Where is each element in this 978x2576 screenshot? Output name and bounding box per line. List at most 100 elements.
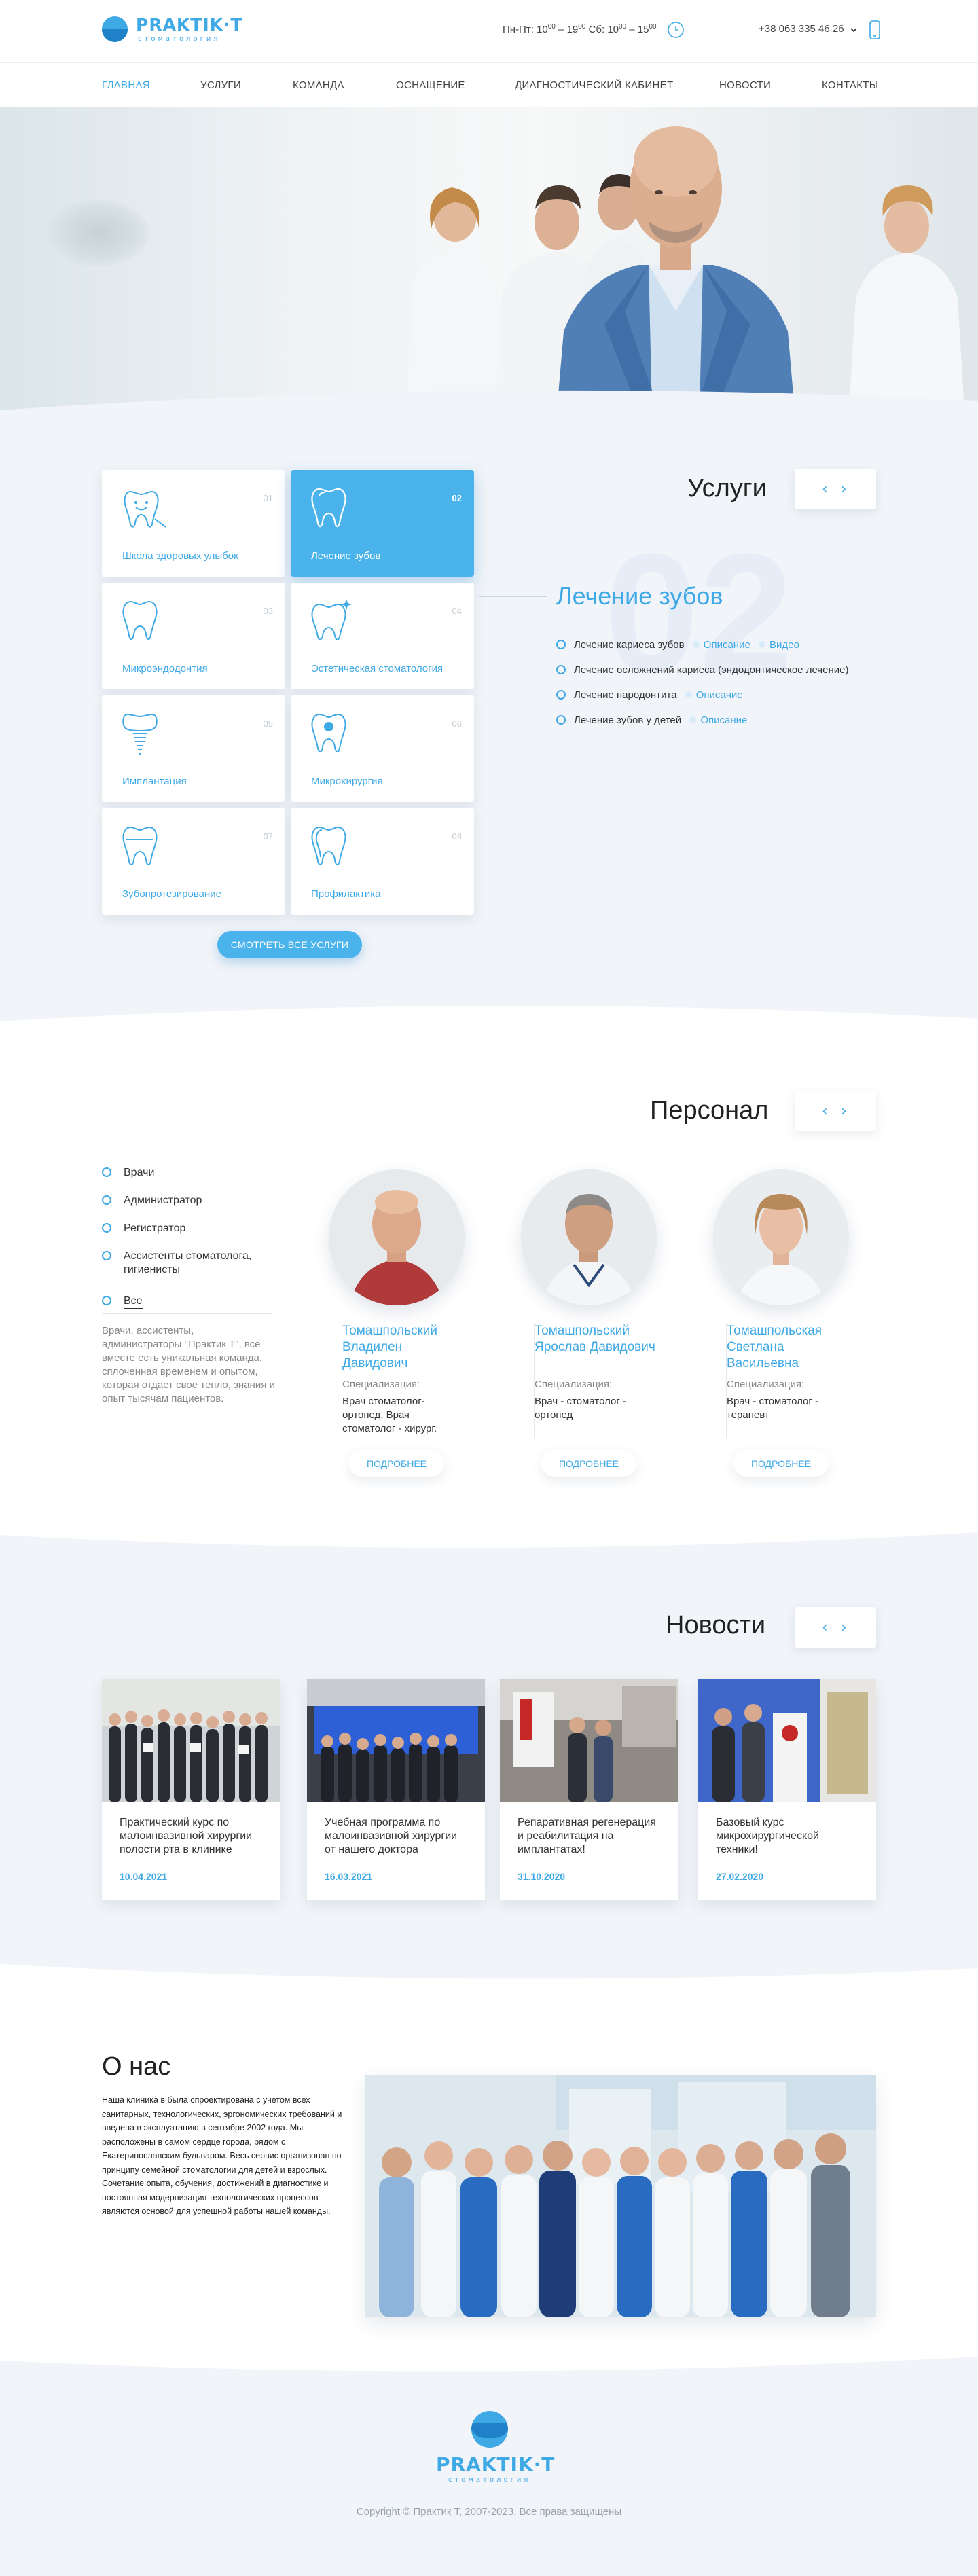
service-number: 08 [452,831,462,841]
service-label: Профилактика [311,888,381,900]
tooth-crown-icon [122,826,158,865]
nav-item-team[interactable]: КОМАНДА [293,79,344,91]
news-card[interactable]: Репаративная регенерация и реабилитация … [500,1679,678,1900]
filter-divider [102,1313,272,1314]
service-card-implantation[interactable]: 05 Имплантация [102,695,285,802]
footer-logo-text[interactable]: PRAKTIK·T [436,2453,555,2475]
nav-item-news[interactable]: НОВОСТИ [719,79,771,91]
doctor-more-button[interactable]: ПОДРОБНЕЕ [734,1450,829,1477]
news-photo [698,1679,876,1802]
news-card[interactable]: Практический курс по малоинвазивной хиру… [102,1679,280,1900]
tooth-icon [122,600,158,640]
procedure-video-link[interactable]: Видео [769,639,799,651]
next-arrow-icon[interactable]: › [841,1103,847,1120]
staff-filter-all[interactable]: Все [102,1294,143,1309]
news-date: 27.02.2020 [716,1871,764,1882]
doctor-specialization: Врач стоматолог-ортопед. Врач стоматолог… [342,1396,437,1434]
implant-icon [122,713,158,755]
service-label: Имплантация [122,776,187,787]
bullet-ring-icon [556,665,566,674]
staff-filter-assistants[interactable]: Ассистенты стоматолога, гигиенисты [102,1250,265,1277]
service-card-prosthetics[interactable]: 07 Зубопротезирование [102,808,285,915]
logo-text[interactable]: PRAKTIK·T [136,15,243,35]
nav-item-home[interactable]: ГЛАВНАЯ [102,79,150,91]
staff-filter-admin[interactable]: Администратор [102,1194,202,1208]
prev-arrow-icon[interactable]: ‹ [822,1619,828,1636]
doctor-name[interactable]: Томашпольская Светлана Васильевна [727,1323,849,1372]
about-title: О нас [102,2052,171,2081]
phone-number[interactable]: +38 063 335 46 26 [759,23,844,35]
service-number: 02 [452,493,462,503]
service-label: Лечение зубов [311,550,381,562]
next-arrow-icon[interactable]: › [841,1619,847,1636]
service-card-prevention[interactable]: 08 Профилактика [291,808,474,915]
doctor-photo[interactable] [713,1169,849,1305]
doctor-name[interactable]: Томашпольский Владилен Давидович [342,1323,465,1372]
news-title-text: Учебная программа по малоинвазивной хиру… [325,1817,458,1855]
procedure-description-link[interactable]: Описание [696,689,743,701]
next-arrow-icon[interactable]: › [841,481,847,498]
bullet-ring-icon [556,640,566,649]
news-photo [307,1679,485,1802]
prev-arrow-icon[interactable]: ‹ [822,481,828,498]
nav-item-services[interactable]: УСЛУГИ [200,79,241,91]
about-team-photo [365,2075,876,2317]
staff-filter-doctors[interactable]: Врачи [102,1166,154,1180]
service-card-healthy-smiles[interactable]: 01 Школа здоровых улыбок [102,470,285,577]
footer-wave [0,2357,978,2391]
news-title-text: Базовый курс микрохирургической техники! [716,1817,819,1855]
all-services-button[interactable]: СМОТРЕТЬ ВСЕ УСЛУГИ [217,931,362,958]
news-date: 10.04.2021 [120,1871,168,1882]
logo-icon[interactable] [102,16,128,42]
service-label: Эстетическая стоматология [311,663,443,674]
news-bottom-wave [0,1948,978,1979]
news-date: 31.10.2020 [518,1871,566,1882]
footer-logo-icon[interactable] [471,2411,508,2448]
news-title: Новости [666,1611,766,1639]
news-photo [500,1679,678,1802]
about-text: Наша клиника в была спроектирована с уче… [102,2095,342,2216]
bullet-ring-icon [556,715,566,725]
doctor-more-button[interactable]: ПОДРОБНЕЕ [349,1450,444,1477]
doctor-photo[interactable] [329,1169,465,1305]
selected-service-heading: Лечение зубов [556,582,723,610]
news-card[interactable]: Учебная программа по малоинвазивной хиру… [307,1679,485,1900]
description-icon [685,691,692,698]
doctor-photo[interactable] [521,1169,657,1305]
doctor-name[interactable]: Томашпольский Ярослав Давидович [535,1323,657,1356]
heading-connector-line [479,596,547,597]
news-title-text: Репаративная регенерация и реабилитация … [518,1817,656,1855]
site-header: PRAKTIK·T стоматология Пн-Пт: 1000 – 190… [0,0,978,62]
nav-item-equipment[interactable]: ОСНАЩЕНИЕ [396,79,465,91]
nav-item-diagnostics[interactable]: ДИАГНОСТИЧЕСКИЙ КАБИНЕТ [515,79,673,91]
prev-arrow-icon[interactable]: ‹ [822,1103,828,1120]
main-nav: ГЛАВНАЯ УСЛУГИ КОМАНДА ОСНАЩЕНИЕ ДИАГНОС… [0,62,978,107]
service-label: Зубопротезирование [122,888,221,900]
service-card-microsurgery[interactable]: 06 Микрохирургия [291,695,474,802]
tooth-icon [311,826,346,865]
service-label: Школа здоровых улыбок [122,550,238,562]
news-photo [102,1679,280,1802]
news-card[interactable]: Базовый курс микрохирургической техники!… [698,1679,876,1900]
nav-item-contacts[interactable]: КОНТАКТЫ [822,79,878,91]
news-title-text: Практический курс по малоинвазивной хиру… [120,1817,253,1855]
chevron-down-icon[interactable] [850,26,858,33]
doctor-more-button[interactable]: ПОДРОБНЕЕ [541,1450,636,1477]
specialization-label: Специализация: [727,1379,805,1390]
service-card-aesthetic[interactable]: 04 Эстетическая стоматология [291,583,474,689]
staff-filter-registrar[interactable]: Регистратор [102,1222,185,1235]
news-slider-arrows: ‹ › [795,1607,876,1648]
mobile-phone-icon [869,20,880,39]
copyright-text: Copyright © Практик Т, 2007-2023, Все пр… [356,2506,622,2518]
description-icon [689,716,697,723]
procedure-description-link[interactable]: Описание [704,639,750,651]
service-card-teeth-treatment[interactable]: 02 Лечение зубов [291,470,474,577]
procedure-item: Лечение кариеса зубов Описание Видео [556,639,799,651]
service-number: 03 [263,606,273,616]
staff-slider-arrows: ‹ › [795,1091,876,1131]
service-card-microendodontics[interactable]: 03 Микроэндодонтия [102,583,285,689]
procedure-description-link[interactable]: Описание [700,714,747,726]
service-number: 05 [263,719,273,729]
video-icon [758,641,765,648]
service-number: 01 [263,493,273,503]
